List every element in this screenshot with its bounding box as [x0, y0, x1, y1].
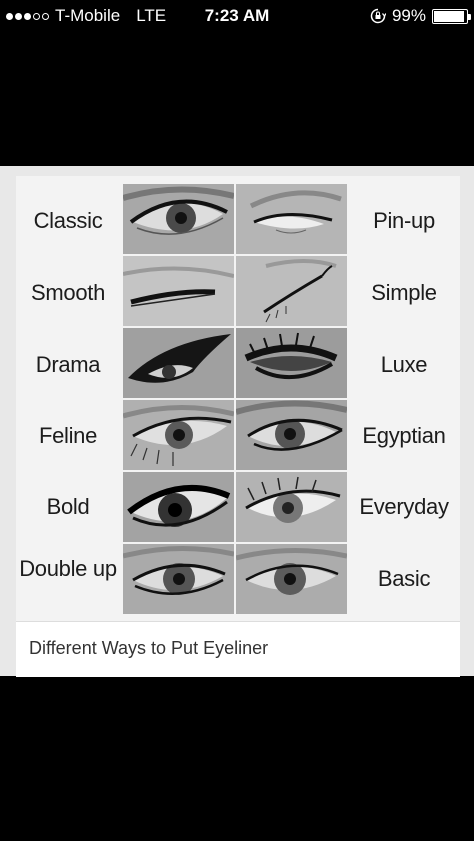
pin-card[interactable]: Classic Smooth Drama Feline Bold Double …: [16, 176, 460, 677]
style-label-everyday: Everyday: [359, 494, 449, 519]
style-label-double-up: Double up: [19, 556, 117, 581]
style-label-pin-up: Pin-up: [373, 208, 435, 233]
eye-photo-basic: [236, 544, 347, 614]
pin-image[interactable]: Classic Smooth Drama Feline Bold Double …: [16, 176, 460, 621]
eye-photo-everyday: [236, 472, 347, 542]
style-label-simple: Simple: [371, 280, 437, 305]
eye-photo-egyptian: [236, 400, 347, 470]
battery-fill: [434, 10, 464, 22]
style-label-classic: Classic: [33, 208, 103, 233]
battery-icon: [432, 8, 471, 24]
style-label-luxe: Luxe: [380, 352, 428, 377]
style-label-drama: Drama: [35, 352, 101, 377]
pin-caption-bar: Different Ways to Put Eyeliner: [16, 621, 460, 677]
eye-photo-grid: [123, 184, 347, 615]
rotation-lock-icon: [370, 8, 386, 24]
style-label-basic: Basic: [377, 566, 431, 591]
style-label-egyptian: Egyptian: [362, 423, 446, 448]
battery-percentage: 99%: [391, 6, 426, 25]
eye-photo-feline: [123, 400, 234, 470]
style-label-smooth: Smooth: [30, 280, 106, 305]
eye-photo-simple: [236, 256, 347, 326]
eye-photo-bold: [123, 472, 234, 542]
status-bar: T-Mobile LTE 7:23 AM 99%: [0, 0, 474, 30]
style-label-feline: Feline: [38, 423, 98, 448]
eye-photo-smooth: [123, 256, 234, 326]
eye-photo-classic: [123, 184, 234, 254]
eye-photo-double-up: [123, 544, 234, 614]
style-label-bold: Bold: [46, 494, 90, 519]
eye-photo-luxe: [236, 328, 347, 398]
eye-photo-pin-up: [236, 184, 347, 254]
pin-caption[interactable]: Different Ways to Put Eyeliner: [29, 638, 268, 659]
eye-photo-drama: [123, 328, 234, 398]
